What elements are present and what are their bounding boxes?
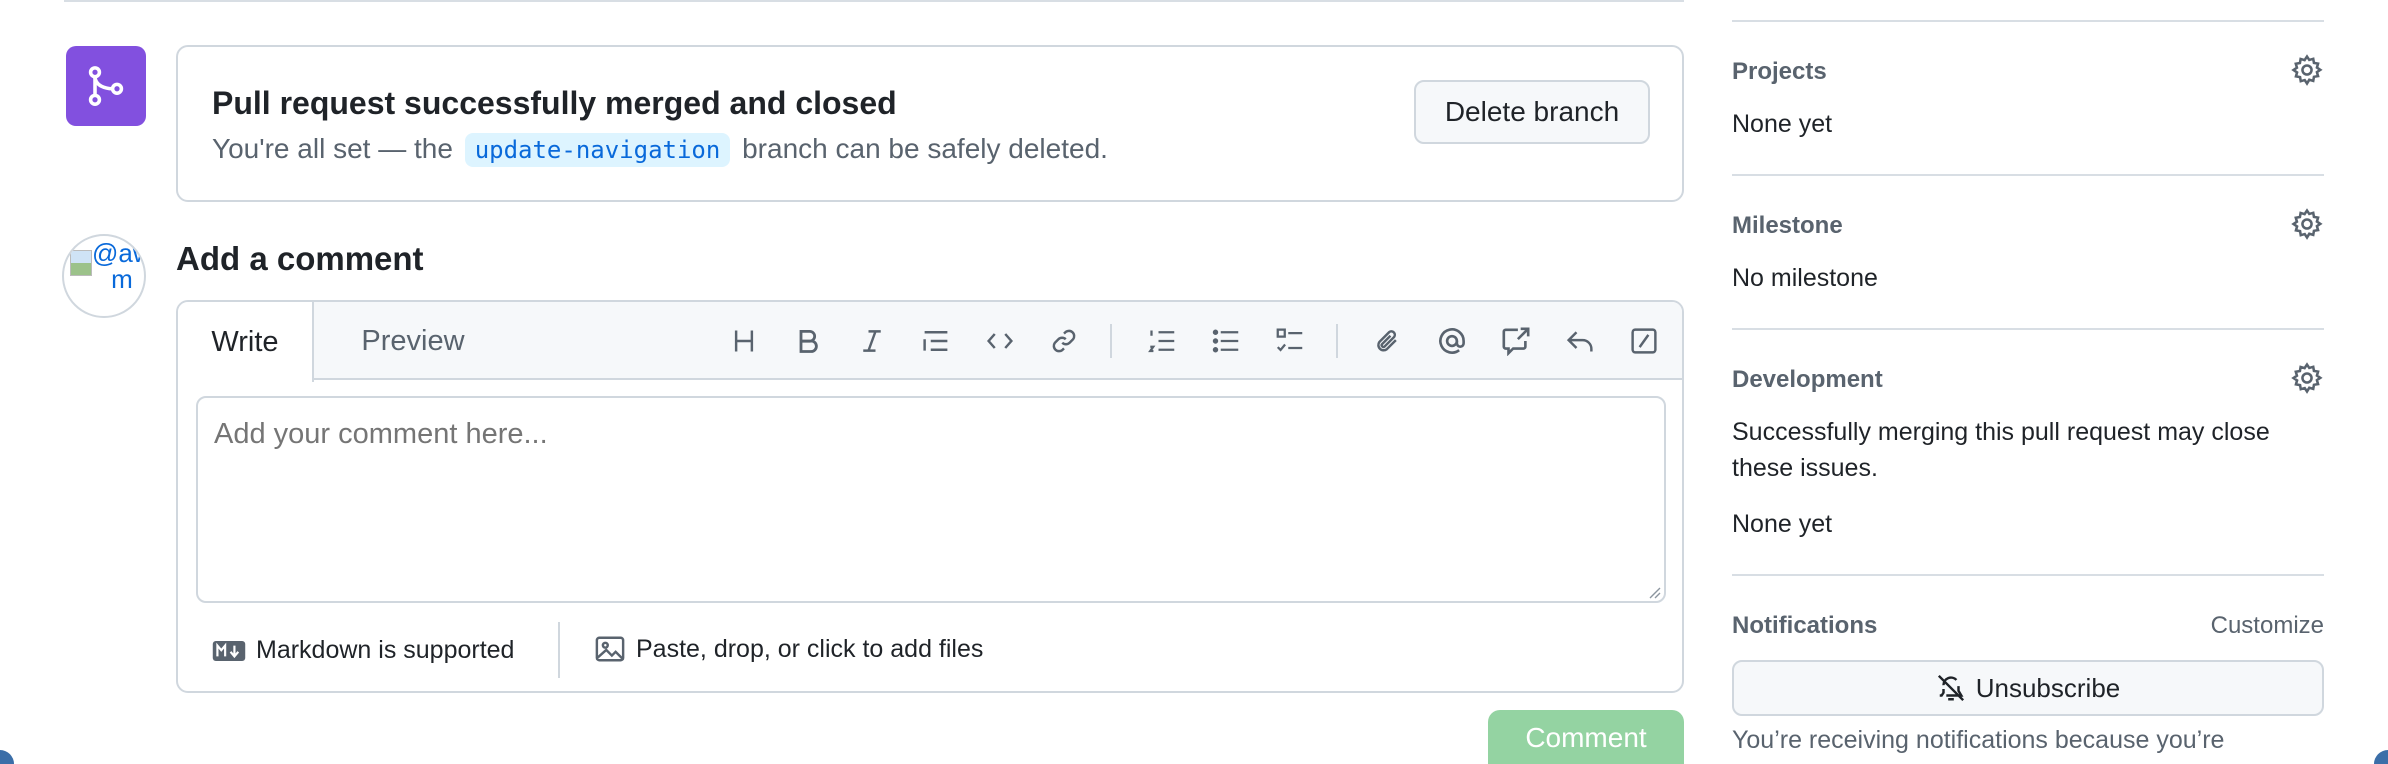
tab-write[interactable]: Write	[178, 302, 314, 382]
gear-icon[interactable]	[2290, 361, 2324, 395]
page: Pull request successfully merged and clo…	[0, 0, 2388, 764]
add-files-button[interactable]: Paste, drop, or click to add files	[594, 634, 983, 664]
merge-status-title: Pull request successfully merged and clo…	[212, 85, 897, 121]
saved-reply-icon[interactable]	[1560, 321, 1600, 361]
image-icon	[595, 636, 625, 662]
tab-preview[interactable]: Preview	[338, 302, 488, 380]
branch-name[interactable]: update-navigation	[464, 133, 731, 167]
markdown-hint[interactable]: Markdown is supported	[212, 636, 514, 665]
window-corner	[2374, 750, 2388, 764]
gear-icon[interactable]	[2290, 207, 2324, 241]
projects-heading[interactable]: Projects	[1732, 58, 1827, 86]
cross-reference-icon[interactable]	[1496, 321, 1536, 361]
slash-command-icon[interactable]	[1624, 321, 1664, 361]
resize-handle-icon[interactable]	[1646, 584, 1662, 600]
add-comment-heading: Add a comment	[176, 240, 424, 277]
merge-desc-before: You're all set — the	[212, 133, 453, 164]
sidebar-divider	[1732, 574, 2324, 576]
sidebar-divider	[1732, 20, 2324, 22]
notification-reason: You’re receiving notifications because y…	[1732, 726, 2225, 754]
editor-toolbar: Write Preview	[178, 302, 1682, 382]
unsubscribe-label: Unsubscribe	[1975, 672, 2121, 703]
sidebar-divider	[1732, 174, 2324, 176]
milestone-heading[interactable]: Milestone	[1732, 212, 1843, 240]
broken-image-icon	[70, 250, 92, 276]
development-heading[interactable]: Development	[1732, 366, 1883, 394]
sidebar: Projects None yet Milestone No milestone…	[1732, 0, 2324, 764]
comment-textarea[interactable]	[196, 396, 1666, 603]
markdown-icon	[212, 640, 246, 661]
bell-slash-icon	[1937, 674, 1964, 702]
markdown-hint-label: Markdown is supported	[256, 636, 515, 664]
task-list-icon[interactable]	[1270, 321, 1310, 361]
comment-editor: Write Preview Add your comment here... M…	[176, 300, 1684, 693]
unordered-list-icon[interactable]	[1206, 321, 1246, 361]
sidebar-divider	[1732, 328, 2324, 330]
merge-desc-after: branch can be safely deleted.	[742, 133, 1108, 164]
development-description-line2: these issues.	[1732, 454, 1878, 482]
mention-icon[interactable]	[1432, 321, 1472, 361]
timeline-divider	[64, 0, 1684, 2]
bold-icon[interactable]	[788, 321, 828, 361]
notifications-heading: Notifications	[1732, 612, 1878, 639]
avatar-alt-text: @awel-m	[92, 238, 146, 294]
italic-icon[interactable]	[852, 321, 892, 361]
gear-icon[interactable]	[2290, 53, 2324, 87]
development-description-line1: Successfully merging this pull request m…	[1732, 418, 2270, 446]
merge-status-description: You're all set — the update-navigation b…	[212, 133, 1108, 167]
git-merge-icon	[88, 66, 124, 106]
milestone-value: No milestone	[1732, 264, 1878, 292]
editor-footer: Markdown is supported Paste, drop, or cl…	[178, 614, 1682, 691]
add-files-label: Paste, drop, or click to add files	[636, 634, 984, 663]
delete-branch-button[interactable]: Delete branch	[1414, 80, 1650, 144]
quote-icon[interactable]	[916, 321, 956, 361]
numbered-list-icon[interactable]	[1142, 321, 1182, 361]
window-corner	[0, 750, 14, 764]
merge-status-box: Pull request successfully merged and clo…	[176, 45, 1684, 202]
toolbar-divider	[1336, 324, 1338, 358]
development-value: None yet	[1732, 510, 1833, 538]
comment-submit-button[interactable]: Comment	[1488, 710, 1684, 764]
attach-icon[interactable]	[1368, 321, 1408, 361]
link-icon[interactable]	[1044, 321, 1084, 361]
projects-value: None yet	[1732, 110, 1833, 138]
toolbar-divider	[1110, 324, 1112, 358]
heading-icon[interactable]	[724, 321, 764, 361]
merge-status-badge	[66, 46, 146, 126]
unsubscribe-button[interactable]: Unsubscribe	[1732, 660, 2324, 716]
customize-link[interactable]: Customize	[2211, 612, 2324, 640]
avatar[interactable]: @awel-m	[62, 234, 146, 318]
code-icon[interactable]	[980, 321, 1020, 361]
footer-divider	[558, 622, 560, 678]
